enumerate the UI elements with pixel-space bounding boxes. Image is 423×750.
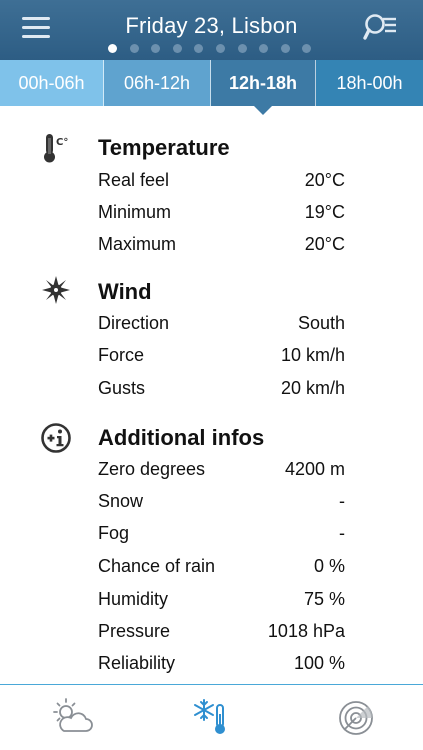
row-label: Real feel: [98, 169, 170, 190]
page-dot[interactable]: [108, 44, 117, 53]
row-value: 0 %: [313, 555, 345, 576]
sun-cloud-icon: [53, 698, 93, 732]
data-row: Chance of rain 0 %: [98, 550, 345, 582]
section-title: Temperature: [98, 135, 230, 160]
page-dot[interactable]: [172, 44, 182, 53]
row-value: 100 %: [293, 652, 345, 673]
row-value: 10 km/h: [280, 344, 345, 365]
search-list-button[interactable]: [363, 12, 399, 44]
row-label: Pressure: [98, 620, 171, 641]
tab-00h-06h[interactable]: 00h-06h: [0, 60, 104, 106]
tab-18h-00h[interactable]: 18h-00h: [316, 60, 423, 106]
data-row: Reliability 100 %: [98, 647, 345, 679]
page-indicator[interactable]: [108, 44, 324, 53]
data-row: Real feel 20°C: [98, 164, 345, 196]
row-label: Minimum: [98, 201, 172, 222]
row-value: 20°C: [304, 169, 345, 190]
row-label: Direction: [98, 312, 170, 333]
page-dot[interactable]: [237, 44, 247, 53]
info-plus-icon: [40, 422, 72, 454]
radar-icon: [339, 701, 373, 735]
page-dot[interactable]: [215, 44, 225, 53]
bottom-navigation: [0, 684, 423, 750]
row-value: 19°C: [304, 201, 345, 222]
app-header: Friday 23, Lisbon: [0, 0, 423, 60]
section-title: Wind: [98, 279, 152, 304]
row-label: Humidity: [98, 588, 169, 609]
row-value: 20°C: [304, 233, 345, 254]
forecast-tab-button[interactable]: [50, 697, 94, 737]
search-list-icon: [363, 14, 396, 40]
page-dot[interactable]: [194, 44, 204, 53]
row-value: South: [297, 312, 345, 333]
data-row: Snow -: [98, 485, 345, 517]
data-row: Direction South: [98, 307, 345, 339]
row-label: Reliability: [98, 652, 176, 673]
data-row: Zero degrees 4200 m: [98, 453, 345, 485]
row-label: Zero degrees: [98, 458, 206, 479]
data-row: Fog -: [98, 517, 345, 549]
page-dot[interactable]: [129, 44, 139, 53]
row-label: Chance of rain: [98, 555, 216, 576]
snowflake-thermometer-icon: [194, 699, 225, 734]
radar-tab-button[interactable]: [334, 697, 378, 737]
row-label: Snow: [98, 490, 144, 511]
page-dot[interactable]: [259, 44, 269, 53]
time-range-tabs: 00h-06h 06h-12h 12h-18h 18h-00h: [0, 60, 423, 106]
row-value: -: [339, 522, 345, 543]
data-row: Humidity 75 %: [98, 583, 345, 615]
page-dot[interactable]: [302, 44, 312, 53]
row-value: -: [339, 490, 345, 511]
compass-rose-icon: [40, 274, 72, 306]
data-row: Force 10 km/h: [98, 339, 345, 371]
data-row: Minimum 19°C: [98, 196, 345, 228]
row-label: Maximum: [98, 233, 177, 254]
row-value: 4200 m: [284, 458, 345, 479]
row-label: Gusts: [98, 377, 146, 398]
tab-12h-18h[interactable]: 12h-18h: [211, 60, 316, 106]
row-value: 1018 hPa: [267, 620, 345, 641]
svg-text:C°: C°: [56, 137, 68, 148]
data-row: Maximum 20°C: [98, 228, 345, 260]
data-row: Pressure 1018 hPa: [98, 615, 345, 647]
section-title: Additional infos: [98, 425, 265, 450]
thermometer-celsius-icon: C°: [40, 132, 72, 164]
row-label: Fog: [98, 522, 130, 543]
data-row: Gusts 20 km/h: [98, 372, 345, 404]
selected-tab-pointer: [254, 106, 272, 115]
page-dot[interactable]: [151, 44, 161, 53]
detail-tab-button[interactable]: [190, 697, 234, 737]
page-dot[interactable]: [280, 44, 290, 53]
row-label: Force: [98, 344, 145, 365]
row-value: 75 %: [303, 588, 345, 609]
page-title: Friday 23, Lisbon: [125, 13, 298, 38]
tab-06h-12h[interactable]: 06h-12h: [104, 60, 211, 106]
row-value: 20 km/h: [280, 377, 345, 398]
